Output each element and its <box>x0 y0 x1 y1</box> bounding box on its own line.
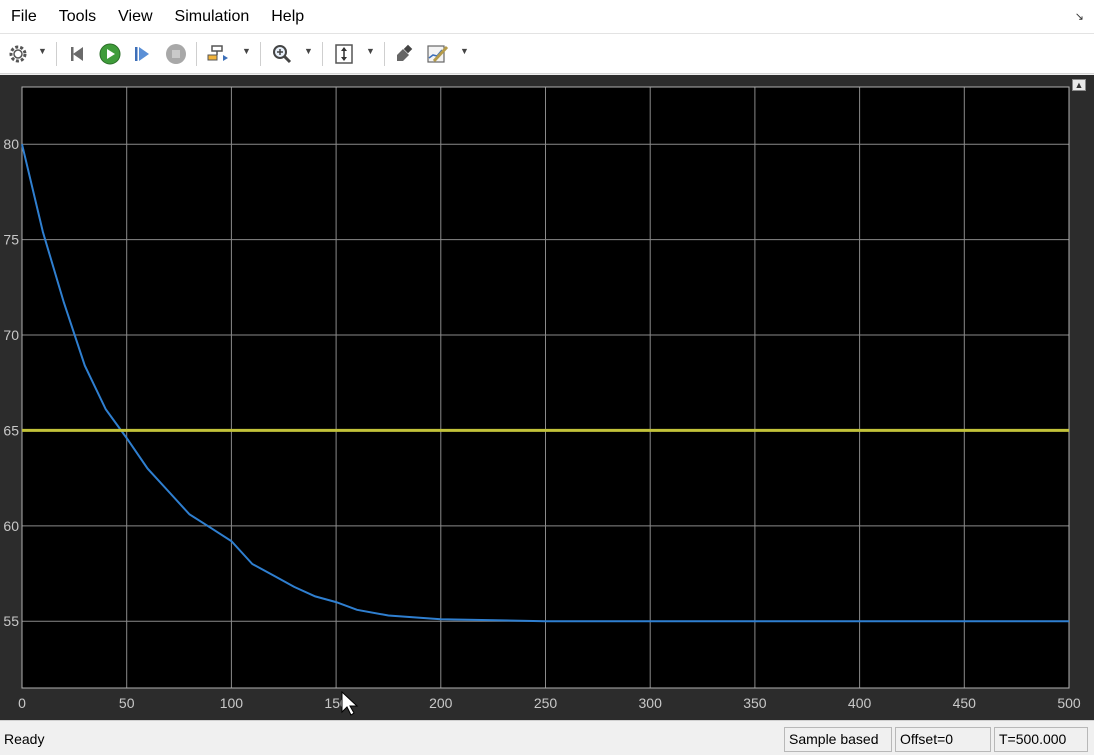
autoscale-dropdown-icon[interactable]: ▼ <box>366 46 375 56</box>
x-tick-label: 50 <box>119 695 135 711</box>
highlight-dropdown-icon[interactable]: ▼ <box>242 46 251 56</box>
step-forward-icon[interactable] <box>128 40 156 68</box>
toolbar-separator <box>196 42 197 66</box>
x-tick-label: 350 <box>743 695 767 711</box>
y-tick-label: 70 <box>3 327 19 343</box>
stop-icon[interactable] <box>162 40 190 68</box>
x-tick-label: 100 <box>220 695 244 711</box>
zoom-icon[interactable] <box>268 40 296 68</box>
toolbar-separator <box>56 42 57 66</box>
x-tick-label: 450 <box>953 695 977 711</box>
undock-icon[interactable]: ▲ <box>1072 79 1086 91</box>
y-tick-label: 80 <box>3 136 19 152</box>
measurement-icon[interactable] <box>424 40 452 68</box>
status-sample-mode: Sample based <box>784 727 892 752</box>
status-offset: Offset=0 <box>895 727 991 752</box>
x-tick-label: 0 <box>18 695 26 711</box>
menu-tools[interactable]: Tools <box>48 0 107 34</box>
scope-plot[interactable]: 0 50 100 150 200 250 300 350 400 450 5005560657075… <box>0 75 1094 720</box>
step-back-icon[interactable] <box>64 40 92 68</box>
status-ready-text: Ready <box>4 731 45 747</box>
mouse-pointer-icon <box>341 690 359 716</box>
measurement-dropdown-icon[interactable]: ▼ <box>460 46 469 56</box>
menu-help[interactable]: Help <box>260 0 315 34</box>
status-bar: Ready Sample based Offset=0 T=500.000 <box>0 720 1094 755</box>
y-tick-label: 55 <box>3 613 19 629</box>
toolbar-separator <box>384 42 385 66</box>
x-tick-label: 250 <box>534 695 558 711</box>
y-tick-label: 65 <box>3 422 19 438</box>
x-tick-label: 200 <box>429 695 453 711</box>
menu-view[interactable]: View <box>107 0 163 34</box>
scope-plot-frame: 0 50 100 150 200 250 300 350 400 450 500 55 60 65 70 75… <box>0 75 1094 720</box>
style-icon[interactable] <box>390 40 418 68</box>
x-tick-label: 500 <box>1057 695 1081 711</box>
y-tick-label: 75 <box>3 232 19 248</box>
menu-file[interactable]: File <box>0 0 48 34</box>
toolbar-separator <box>260 42 261 66</box>
settings-icon[interactable] <box>4 40 32 68</box>
settings-dropdown-icon[interactable]: ▼ <box>38 46 47 56</box>
dock-arrow-icon[interactable]: ↘ <box>1075 10 1084 23</box>
run-icon[interactable] <box>96 40 124 68</box>
status-time: T=500.000 <box>994 727 1088 752</box>
toolbar-separator <box>322 42 323 66</box>
x-tick-label: 400 <box>848 695 872 711</box>
menu-simulation[interactable]: Simulation <box>164 0 261 34</box>
y-tick-label: 60 <box>3 518 19 534</box>
toolbar: ▼ ▼ ▼ ▼ ▼ <box>0 34 1094 74</box>
x-tick-label: 300 <box>639 695 663 711</box>
autoscale-icon[interactable] <box>330 40 358 68</box>
menu-bar: File Tools View Simulation Help ↘ <box>0 0 1094 34</box>
highlight-icon[interactable] <box>204 40 232 68</box>
zoom-dropdown-icon[interactable]: ▼ <box>304 46 313 56</box>
